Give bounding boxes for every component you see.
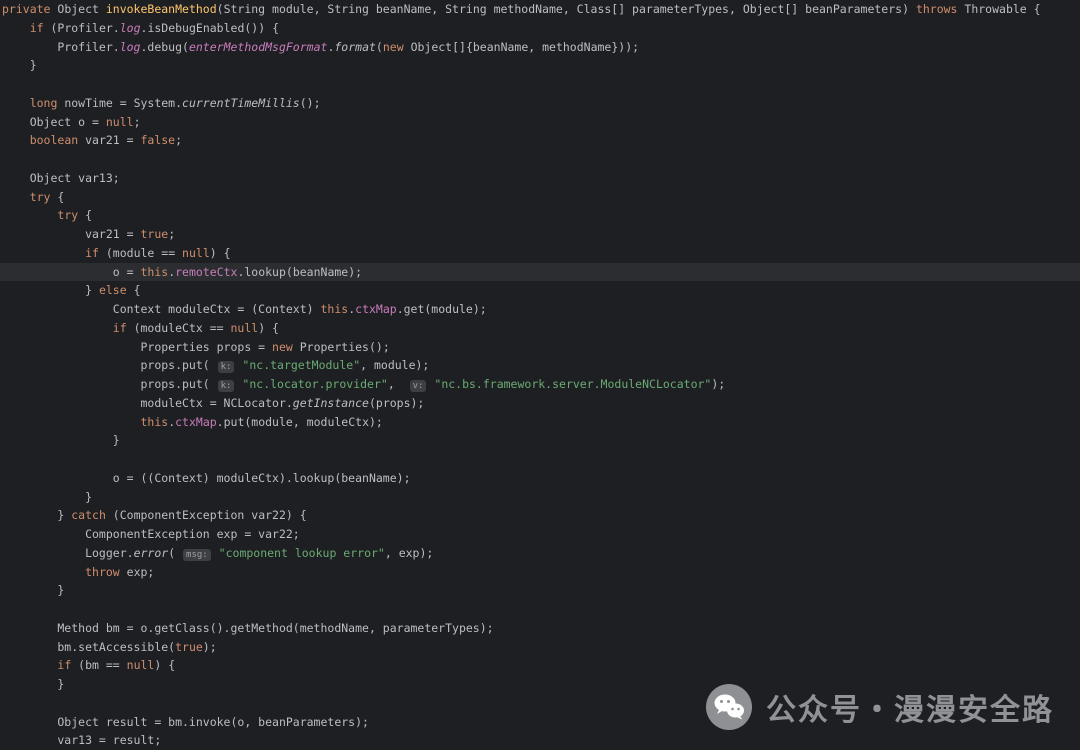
code-line: o = this.remoteCtx.lookup(beanName); (0, 263, 1080, 282)
wechat-icon (706, 684, 752, 730)
code-line: if (bm == null) { (0, 656, 1080, 675)
code-line: Context moduleCtx = (Context) this.ctxMa… (0, 300, 1080, 319)
code-line (0, 600, 1080, 619)
code-line (0, 150, 1080, 169)
code-line: long nowTime = System.currentTimeMillis(… (0, 94, 1080, 113)
code-line: Method bm = o.getClass().getMethod(metho… (0, 619, 1080, 638)
code-line: Object o = null; (0, 113, 1080, 132)
code-line: } (0, 431, 1080, 450)
parameter-hint: k: (218, 380, 235, 392)
code-line: this.ctxMap.put(module, moduleCtx); (0, 413, 1080, 432)
code-line: if (Profiler.log.isDebugEnabled()) { (0, 19, 1080, 38)
code-line: Profiler.log.debug(enterMethodMsgFormat.… (0, 38, 1080, 57)
code-line: } (0, 56, 1080, 75)
parameter-hint: k: (218, 361, 235, 373)
code-line: if (moduleCtx == null) { (0, 319, 1080, 338)
watermark-text: 公众号・漫漫安全路 (766, 685, 1054, 729)
code-line: } (0, 581, 1080, 600)
code-line: bm.setAccessible(true); (0, 638, 1080, 657)
code-line: try { (0, 206, 1080, 225)
code-line: var21 = true; (0, 225, 1080, 244)
code-line: private Object invokeBeanMethod(String m… (0, 0, 1080, 19)
code-line: props.put( k: "nc.targetModule", module)… (0, 356, 1080, 375)
code-line: boolean var21 = false; (0, 131, 1080, 150)
parameter-hint: msg: (183, 549, 211, 561)
code-editor[interactable]: private Object invokeBeanMethod(String m… (0, 0, 1080, 750)
code-line (0, 450, 1080, 469)
code-line: throw exp; (0, 563, 1080, 582)
code-line: Object var13; (0, 169, 1080, 188)
code-line: try { (0, 188, 1080, 207)
parameter-hint: v: (410, 380, 427, 392)
code-line: ComponentException exp = var22; (0, 525, 1080, 544)
code-line (0, 75, 1080, 94)
code-line: o = ((Context) moduleCtx).lookup(beanNam… (0, 469, 1080, 488)
code-line: if (module == null) { (0, 244, 1080, 263)
code-line: moduleCtx = NCLocator.getInstance(props)… (0, 394, 1080, 413)
code-line: var13 = result; (0, 731, 1080, 750)
code-line: } catch (ComponentException var22) { (0, 506, 1080, 525)
code-line: props.put( k: "nc.locator.provider", v: … (0, 375, 1080, 394)
code-line: } else { (0, 281, 1080, 300)
code-line: Properties props = new Properties(); (0, 338, 1080, 357)
code-line: } (0, 488, 1080, 507)
watermark: 公众号・漫漫安全路 (706, 684, 1054, 730)
code-line: Logger.error( msg: "component lookup err… (0, 544, 1080, 563)
